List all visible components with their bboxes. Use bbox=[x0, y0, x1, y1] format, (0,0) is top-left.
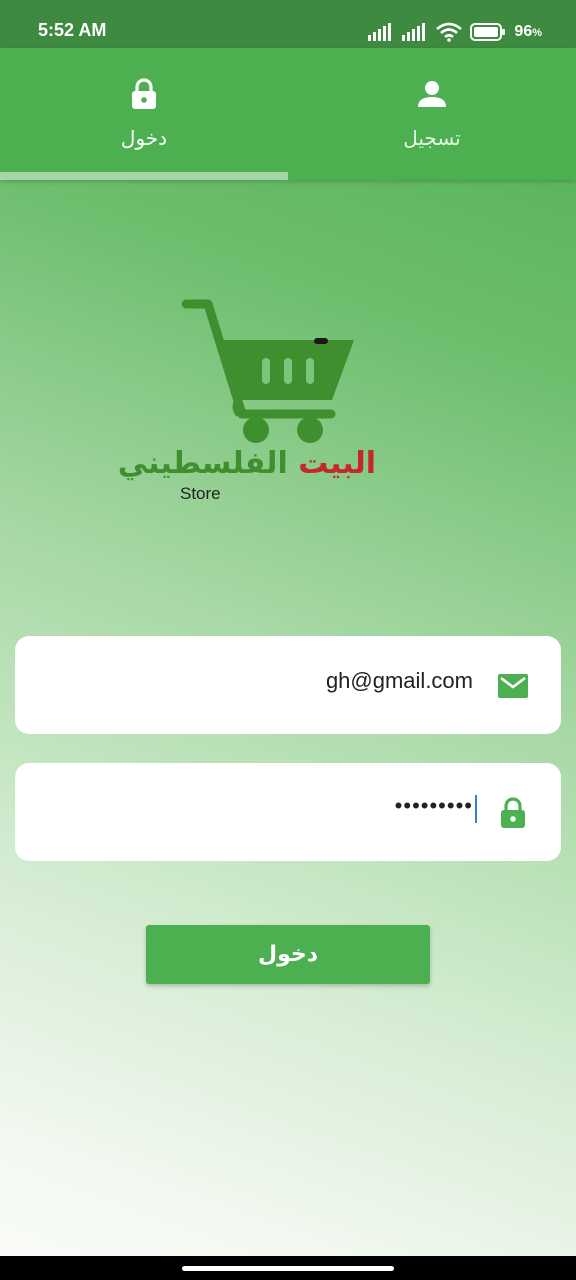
store-logo: البيت الفلسطيني Store bbox=[118, 296, 376, 510]
login-button[interactable]: دخول bbox=[146, 925, 430, 984]
tab-register[interactable]: تسجيل bbox=[288, 48, 576, 180]
mail-icon bbox=[497, 670, 529, 702]
logo-title: البيت الفلسطيني bbox=[118, 446, 376, 481]
logo-word-1: البيت bbox=[298, 446, 376, 481]
status-icons: 96% bbox=[368, 20, 542, 44]
lock-icon bbox=[497, 797, 529, 829]
signal-icon bbox=[402, 23, 426, 41]
home-gesture-handle[interactable] bbox=[182, 1266, 394, 1271]
tab-indicator bbox=[0, 172, 288, 180]
text-cursor bbox=[475, 795, 477, 823]
logo-word-2: الفلسطيني bbox=[117, 446, 288, 481]
shopping-cart-icon bbox=[181, 299, 354, 443]
battery-level: 96% bbox=[514, 23, 542, 40]
password-input[interactable]: ••••••••• bbox=[395, 793, 473, 819]
tab-bar: دخول تسجيل bbox=[0, 48, 576, 180]
tab-login-label: دخول bbox=[120, 126, 168, 150]
password-field[interactable]: ••••••••• bbox=[15, 763, 561, 861]
logo-subtitle: Store bbox=[180, 484, 221, 503]
tab-register-label: تسجيل bbox=[403, 126, 461, 150]
navigation-bar bbox=[0, 1256, 576, 1280]
lock-icon bbox=[130, 78, 158, 110]
status-time: 5:52 AM bbox=[38, 20, 107, 40]
signal-icon bbox=[368, 23, 392, 41]
person-icon bbox=[417, 78, 447, 110]
email-input[interactable]: gh@gmail.com bbox=[326, 668, 473, 694]
email-field[interactable]: gh@gmail.com bbox=[15, 636, 561, 734]
battery-icon bbox=[470, 23, 506, 41]
tab-login[interactable]: دخول bbox=[0, 48, 288, 180]
wifi-icon bbox=[436, 22, 463, 42]
status-bar: 5:52 AM 96% bbox=[0, 0, 576, 48]
